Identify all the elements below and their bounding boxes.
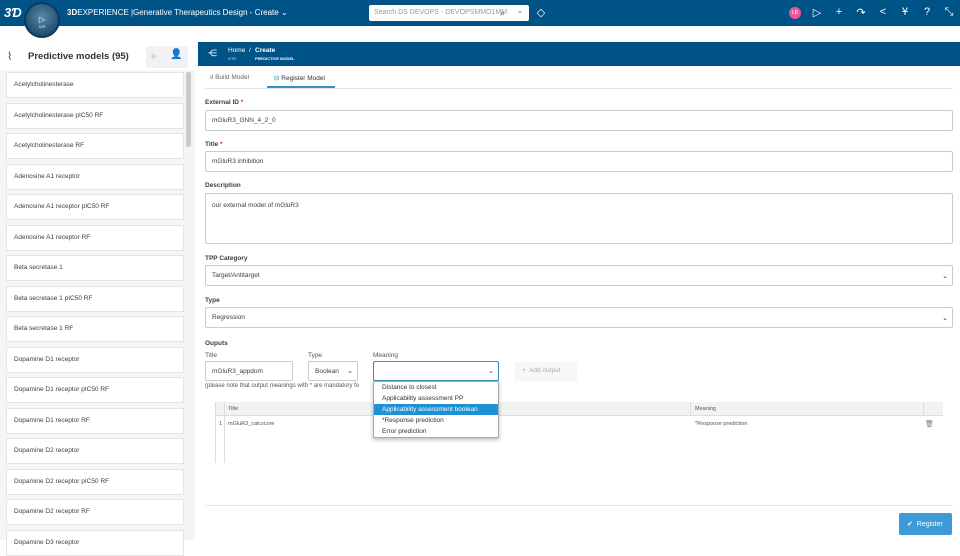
brand: 3DEXPERIENCE | <box>67 8 134 17</box>
list-item[interactable]: Adenosine A1 receptor RF <box>6 224 184 251</box>
list-item[interactable]: Adenosine A1 receptor <box>6 163 184 190</box>
tpp-category-select[interactable]: Target/Antitarget ⌄ <box>205 265 953 286</box>
type-select[interactable]: Regression ⌄ <box>205 307 953 328</box>
brand-bold: 3D <box>67 8 78 17</box>
output-type-value: Boolean <box>315 367 339 375</box>
breadcrumb-current: Create <box>255 47 276 54</box>
list-item[interactable]: Adenosine A1 receptor pIC50 RF <box>6 194 184 220</box>
tpp-value: Target/Antitarget <box>212 272 260 279</box>
option-applicability-boolean[interactable]: Applicability assessment boolean <box>374 404 498 415</box>
back-icon[interactable]: ⋲ <box>208 48 217 59</box>
description-textarea[interactable]: our external model of mGluR3 <box>205 193 953 244</box>
register-icon: ⊟ <box>274 75 280 82</box>
avatar[interactable]: LB <box>789 7 801 19</box>
meaning-dropdown: Distance to closest Applicability assess… <box>373 381 499 438</box>
scrollbar[interactable] <box>186 72 191 147</box>
output-meaning-select[interactable]: ⌄ <box>373 361 499 381</box>
list-item[interactable]: Dopamine D2 receptor RF <box>6 499 184 525</box>
external-id-label: External ID * <box>205 99 244 106</box>
output-title-label: Title <box>205 352 218 359</box>
list-item[interactable]: Dopamine D3 receptor <box>6 529 184 556</box>
share-icon[interactable]: ↷ <box>854 6 868 19</box>
compass-icon[interactable]: ▷ V,R <box>24 2 60 38</box>
trash-icon[interactable]: 🗑 <box>925 420 934 428</box>
option-applicability-pp[interactable]: Applicability assessment PP <box>374 393 498 404</box>
notification-icon[interactable]: ▷ <box>810 6 824 19</box>
search-scope-chevron-icon[interactable]: ⌄ <box>517 7 523 15</box>
app-title-text: Generative Therapeutics Design - Create <box>133 8 279 17</box>
outputs-note: (please note that output meanings with *… <box>205 383 360 389</box>
play-icon: ▷ <box>38 15 46 24</box>
breadcrumb-home[interactable]: Home <box>228 47 245 54</box>
list-item[interactable]: Acetylcholinesterase pIC50 RF <box>6 102 184 129</box>
output-type-select[interactable]: Boolean ⌄ <box>308 361 358 381</box>
plus-icon[interactable]: + <box>832 6 846 18</box>
panel-title: Predictive models (95) <box>28 51 129 62</box>
model-icon: ⌇ <box>7 51 13 63</box>
chevron-down-icon: ⌄ <box>942 272 948 280</box>
type-value: Regression <box>212 314 245 321</box>
list-item[interactable]: Dopamine D1 receptor pIC50 RF <box>6 377 184 403</box>
add-model-button[interactable]: + <box>150 49 157 63</box>
search-icon[interactable]: ⌕ <box>500 8 505 19</box>
title-label: Title * <box>205 141 223 148</box>
bar-chart-icon: ıl <box>210 74 214 81</box>
tab-label: Register Model <box>281 75 325 82</box>
chevron-down-icon: ⌄ <box>942 314 948 322</box>
output-title-input[interactable]: mGluR3_appdom <box>205 361 293 381</box>
option-distance[interactable]: Distance to closest <box>374 382 498 393</box>
apps-icon[interactable]: Ұ <box>898 6 912 18</box>
breadcrumb-home-sub: GTD <box>228 56 237 61</box>
list-item[interactable]: Beta secretase 1 RF <box>6 316 184 342</box>
list-item[interactable]: Dopamine D2 receptor pIC50 RF <box>6 468 184 495</box>
chevron-down-icon: ⌄ <box>280 8 288 17</box>
output-meaning-label: Meaning <box>373 352 398 359</box>
breadcrumb: ⋲ Home GTD / Create PREDICTIVE MODEL <box>198 42 960 66</box>
row-number: 1 <box>219 421 223 427</box>
tab-register-model[interactable]: ⊟ Register Model <box>267 70 335 88</box>
row-title: mGluR3_calcscore <box>228 421 275 427</box>
app-title[interactable]: Generative Therapeutics Design - Create … <box>133 8 288 17</box>
plus-icon: + <box>522 367 526 374</box>
list-item[interactable]: Beta secretase 1 pIC50 RF <box>6 285 184 312</box>
outputs-table: Title Meaning 1 mGluR3_calcscore *Respon… <box>215 402 943 463</box>
check-icon: ✔ <box>907 521 913 528</box>
tpp-category-label: TPP Category <box>205 255 248 262</box>
title-input[interactable]: mGluR3 inhibition <box>205 151 953 172</box>
add-output-button[interactable]: + Add output <box>515 362 577 381</box>
list-item[interactable]: Beta secretase 1 <box>6 255 184 281</box>
tab-build-model[interactable]: ıl Build Model <box>210 70 270 88</box>
column-header-title: Title <box>228 406 239 412</box>
chevron-down-icon: ⌄ <box>488 368 494 375</box>
list-item[interactable]: Acetylcholinesterase RF <box>6 133 184 159</box>
outputs-label: Ouputs <box>205 340 228 347</box>
left-panel-header: ⌇ Predictive models (95) + 👤 <box>0 42 195 70</box>
chevron-down-icon: ⌄ <box>347 368 353 375</box>
type-label: Type <box>205 297 220 304</box>
list-item[interactable]: Dopamine D1 receptor <box>6 346 184 373</box>
row-meaning: *Response prediction <box>695 421 748 427</box>
social-icon[interactable]: < <box>876 6 890 18</box>
output-type-label: Type <box>308 352 323 359</box>
external-id-input[interactable]: mGluR3_GNN_4_2_0 <box>205 110 953 131</box>
option-error-prediction[interactable]: Error prediction <box>374 426 498 437</box>
tab-label: Build Model <box>215 74 250 81</box>
user-icon[interactable]: 👤 <box>170 49 182 60</box>
column-header-meaning: Meaning <box>695 406 717 412</box>
list-item[interactable]: Dopamine D2 receptor <box>6 438 184 464</box>
breadcrumb-current-sub: PREDICTIVE MODEL <box>255 56 295 61</box>
help-icon[interactable]: ? <box>920 6 934 18</box>
tag-icon[interactable]: ◇ <box>534 6 548 19</box>
option-response-prediction[interactable]: *Response prediction <box>374 415 498 426</box>
description-label: Description <box>205 182 241 189</box>
brand-rest: EXPERIENCE <box>77 8 129 17</box>
list-item[interactable]: Dopamine D1 receptor RF <box>6 407 184 434</box>
ds-logo-icon: 3Ɗ <box>4 5 22 20</box>
compass-label: V,R <box>38 24 46 29</box>
list-item[interactable]: Acetylcholinesterase <box>6 72 184 98</box>
collapse-icon[interactable]: ⤡ <box>942 6 956 19</box>
register-button[interactable]: ✔ Register <box>899 513 952 535</box>
top-bar: 3Ɗ 3DEXPERIENCE | Generative Therapeutic… <box>0 0 960 26</box>
